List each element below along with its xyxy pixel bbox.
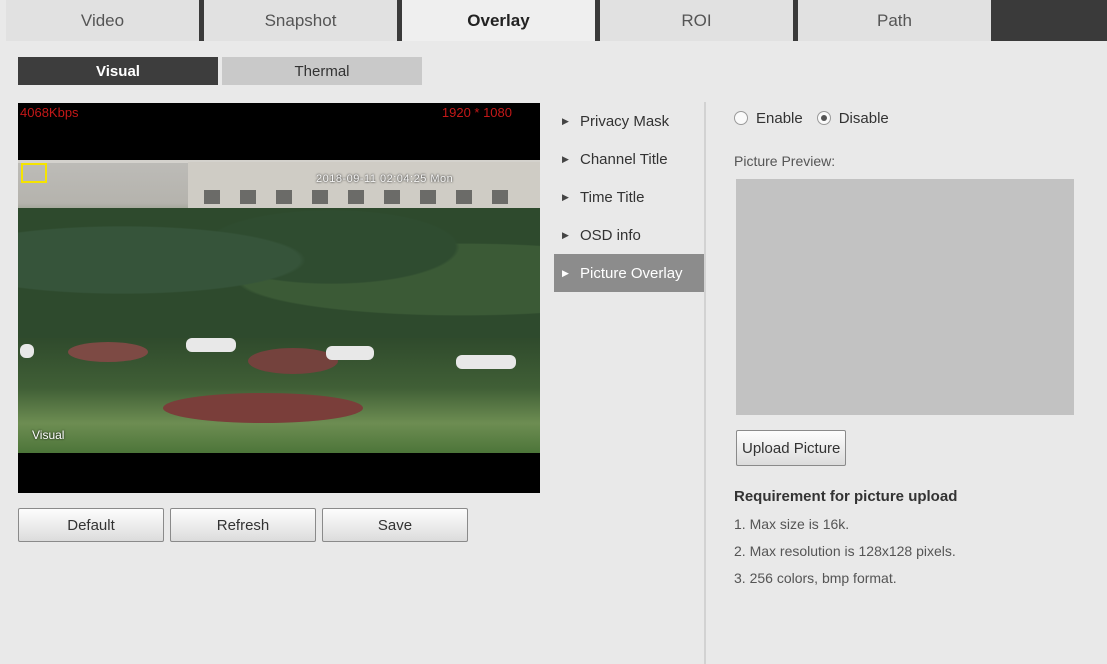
menu-item-picture-overlay[interactable]: ▶ Picture Overlay [554,254,704,292]
bitrate-readout: 4068Kbps [20,105,79,120]
scene-building [188,162,540,214]
menu-item-label: Privacy Mask [580,112,670,130]
disable-radio[interactable] [816,111,831,125]
menu-item-time-title[interactable]: ▶ Time Title [554,178,704,216]
overlay-menu: ▶ Privacy Mask ▶ Channel Title ▶ Time Ti… [554,102,706,664]
scene-windows [204,190,524,204]
tab-video[interactable]: Video [6,0,199,41]
menu-item-label: Time Title [580,188,645,206]
requirement-line: 2. Max resolution is 128x128 pixels. [734,543,956,559]
enable-radio-group: Enable Disable [734,106,1074,130]
video-preview[interactable]: 4068Kbps 1920 * 1080 2018-09-11 02:04:25… [18,103,540,493]
scene-flowerbed [248,348,338,374]
tab-roi[interactable]: ROI [595,0,793,41]
osd-time-title[interactable]: 2018-09-11 02:04:25 Mon [316,173,453,185]
upload-picture-button[interactable]: Upload Picture [736,430,847,466]
requirement-title: Requirement for picture upload [734,488,958,505]
requirement-line: 1. Max size is 16k. [734,516,850,532]
picture-overlay-region[interactable] [21,163,47,183]
scene-car [326,346,374,360]
scene-car [186,338,236,352]
scene-flowerbed [68,342,148,362]
triangle-right-icon: ▶ [562,153,569,164]
enable-radio-label[interactable]: Enable [756,110,803,127]
resolution-readout: 1920 * 1080 [441,105,512,120]
scene-car [456,355,516,369]
sub-tab-bar: Visual Thermal [18,57,426,85]
menu-item-osd-info[interactable]: ▶ OSD info [554,216,704,254]
subtab-visual[interactable]: Visual [18,57,218,85]
refresh-button[interactable]: Refresh [170,508,316,542]
default-button[interactable]: Default [18,508,164,542]
triangle-right-icon: ▶ [562,267,569,278]
picture-preview-box [736,179,1074,415]
disable-radio-label[interactable]: Disable [839,110,889,127]
menu-item-channel-title[interactable]: ▶ Channel Title [554,140,704,178]
menu-item-label: OSD info [580,226,641,244]
menu-item-label: Picture Overlay [580,264,683,282]
requirement-line: 3. 256 colors, bmp format. [734,570,897,586]
triangle-right-icon: ▶ [562,229,569,240]
camera-scene [18,160,540,493]
menu-item-label: Channel Title [580,150,668,168]
triangle-right-icon: ▶ [562,115,569,126]
enable-radio[interactable] [734,111,748,125]
top-tab-bar: Video Snapshot Overlay ROI Path [6,0,1107,41]
menu-item-privacy-mask[interactable]: ▶ Privacy Mask [554,102,704,140]
scene-car [20,344,34,358]
picture-preview-label: Picture Preview: [734,153,836,169]
scene-trees [18,208,540,338]
letterbox-bottom [18,453,540,493]
triangle-right-icon: ▶ [562,191,569,202]
tab-bar-filler [991,0,1107,41]
tab-snapshot[interactable]: Snapshot [199,0,397,41]
save-button[interactable]: Save [322,508,468,542]
subtab-thermal[interactable]: Thermal [222,57,422,85]
tab-overlay[interactable]: Overlay [397,0,595,41]
tab-path[interactable]: Path [793,0,991,41]
picture-overlay-panel: Enable Disable Picture Preview: Upload P… [734,106,1074,586]
osd-channel-title[interactable]: Visual [32,428,64,442]
scene-flowerbed [163,393,363,423]
